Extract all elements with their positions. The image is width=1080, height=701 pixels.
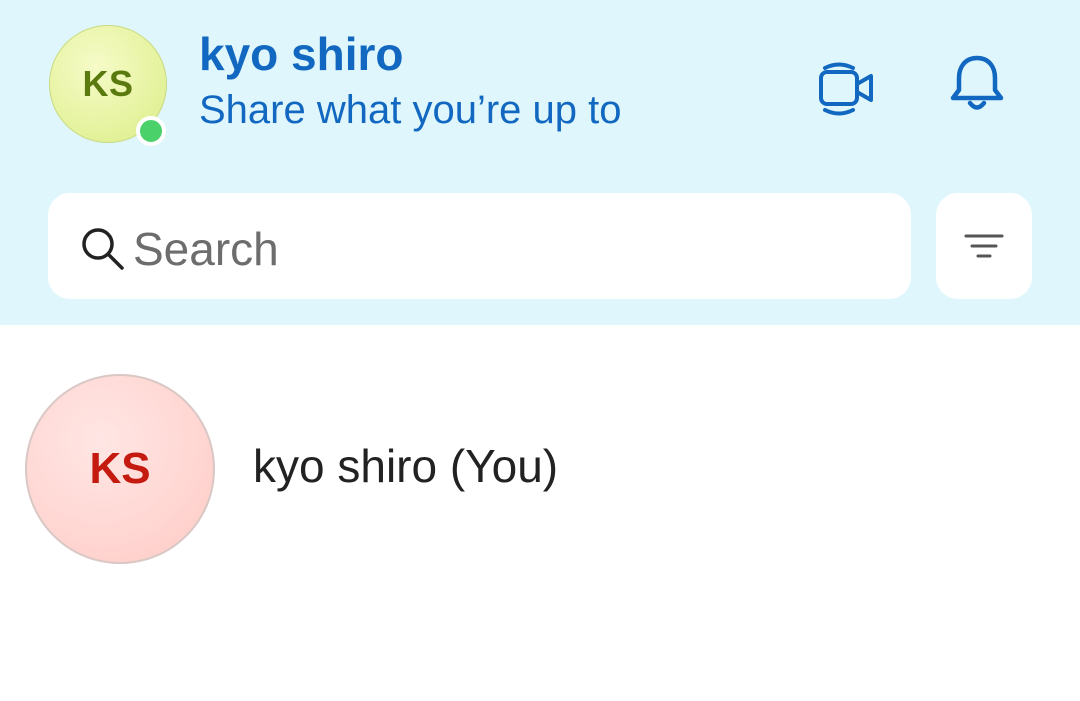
contact-avatar-initials: KS [89,444,151,493]
contact-name: kyo shiro (You) [253,440,559,492]
search-icon [82,228,124,270]
avatar-initials: KS [82,63,134,104]
presence-status-dot [136,116,166,146]
status-message-prompt[interactable]: Share what you’re up to [199,86,621,134]
profile-name[interactable]: kyo shiro [199,28,404,80]
filter-icon [964,234,1004,258]
notifications-button[interactable] [945,52,1009,116]
bell-icon [950,55,1004,110]
contact-list-item[interactable]: KS kyo shiro (You) [0,360,1080,575]
header-bar: KS kyo shiro Share what you’re up to [0,0,1080,325]
contact-avatar[interactable]: KS [25,374,215,564]
video-call-button[interactable] [815,56,879,120]
video-call-icon [819,62,873,116]
search-input[interactable] [133,218,893,280]
filter-button[interactable] [936,193,1032,299]
